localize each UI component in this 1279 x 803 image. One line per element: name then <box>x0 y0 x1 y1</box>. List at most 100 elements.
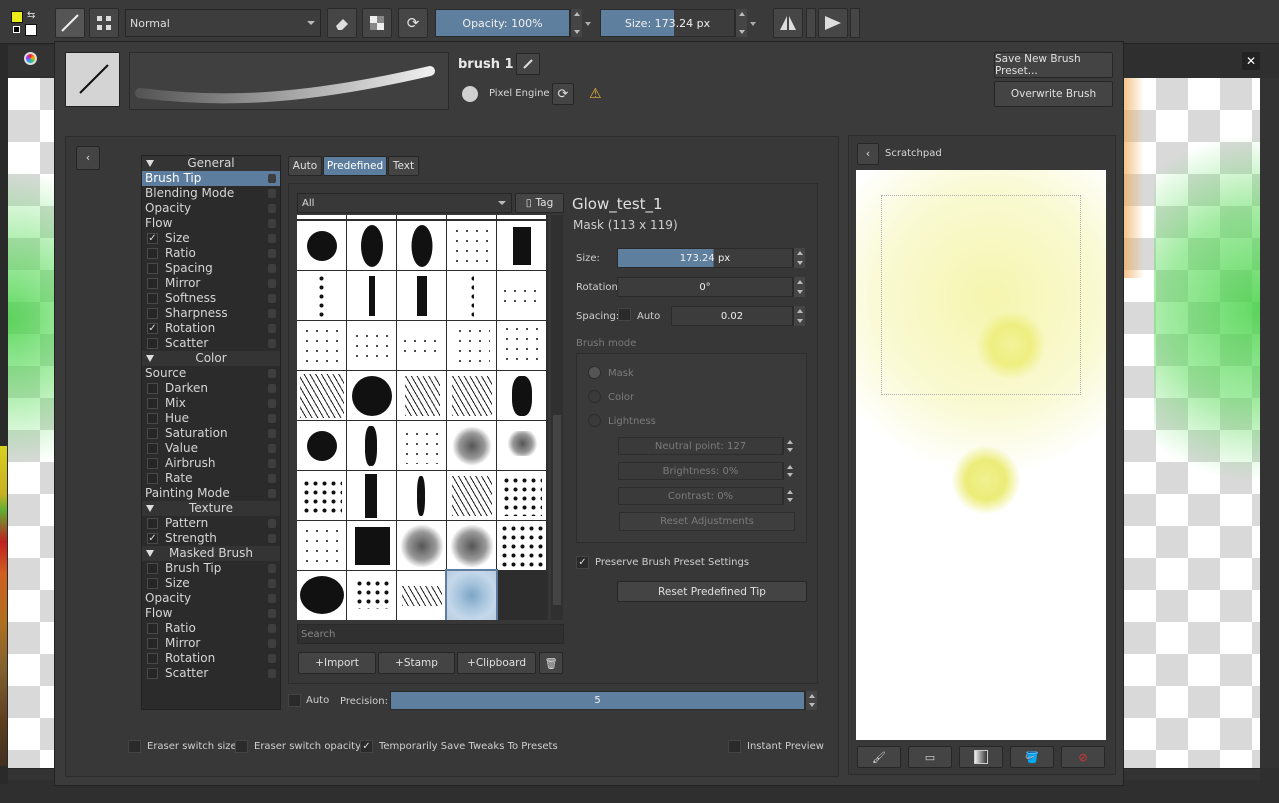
brush-tip-thumbnail[interactable] <box>447 521 496 570</box>
lock-icon[interactable] <box>268 459 276 468</box>
rename-preset-button[interactable] <box>516 53 540 75</box>
lock-icon[interactable] <box>268 429 276 438</box>
mode-mask-radio[interactable] <box>588 366 601 379</box>
instant-preview-checkbox[interactable] <box>728 740 741 753</box>
brush-tip-thumbnail[interactable] <box>347 371 396 420</box>
brush-tip-thumbnail[interactable] <box>397 271 446 320</box>
brush-tip-thumbnail[interactable] <box>297 271 346 320</box>
option-item[interactable]: Softness <box>142 291 280 306</box>
brush-tip-thumbnail[interactable] <box>497 471 546 520</box>
brush-tip-thumbnail[interactable] <box>347 471 396 520</box>
precision-auto-checkbox[interactable] <box>288 694 301 707</box>
brush-tip-thumbnail[interactable] <box>447 421 496 470</box>
lock-icon[interactable] <box>268 489 276 498</box>
option-item[interactable]: Size <box>142 576 280 591</box>
option-item[interactable]: Brush Tip <box>142 171 280 186</box>
brush-tip-thumbnail[interactable] <box>397 471 446 520</box>
scratchpad-collapse-button[interactable]: ‹ <box>857 143 879 165</box>
option-item[interactable]: Flow <box>142 606 280 621</box>
brush-tip-thumbnail[interactable] <box>347 571 396 620</box>
brush-tip-thumbnail[interactable] <box>497 371 546 420</box>
reload-engine-button[interactable]: ⟳ <box>552 83 574 105</box>
brush-preset-button[interactable] <box>55 8 85 38</box>
filter-select[interactable]: All <box>297 193 512 213</box>
tab-text[interactable]: Text <box>388 156 419 176</box>
close-dialog-icon[interactable]: ✕ <box>1242 52 1260 70</box>
lock-icon[interactable] <box>268 174 276 183</box>
stamp-button[interactable]: + Stamp <box>378 652 455 674</box>
scratchpad-clear-button[interactable]: ⊘ <box>1061 746 1105 768</box>
option-checkbox[interactable] <box>147 248 158 259</box>
precision-slider[interactable]: 5 <box>390 691 805 710</box>
brush-tip-thumbnail[interactable] <box>347 221 396 270</box>
option-checkbox[interactable]: ✓ <box>147 233 158 244</box>
option-item[interactable]: Ratio <box>142 246 280 261</box>
option-checkbox[interactable] <box>147 668 158 679</box>
brush-tip-thumbnail[interactable] <box>297 571 346 620</box>
brush-tip-thumbnail[interactable] <box>397 371 446 420</box>
tag-button[interactable]: ▯ Tag <box>515 193 564 213</box>
brush-tip-thumbnail[interactable] <box>497 521 546 570</box>
brush-tip-thumbnail[interactable] <box>397 321 446 370</box>
brush-tip-thumbnail[interactable] <box>347 321 396 370</box>
mode-lightness-radio[interactable] <box>588 414 601 427</box>
tab-predefined[interactable]: Predefined <box>323 156 387 176</box>
lock-icon[interactable] <box>268 189 276 198</box>
option-item[interactable]: Saturation <box>142 426 280 441</box>
option-checkbox[interactable] <box>147 443 158 454</box>
brush-tip-thumbnail[interactable] <box>347 421 396 470</box>
brush-tip-thumbnail[interactable] <box>447 271 496 320</box>
option-item[interactable]: Mix <box>142 396 280 411</box>
brush-tip-thumbnail[interactable] <box>297 421 346 470</box>
option-item[interactable]: Rotation <box>142 651 280 666</box>
scratchpad-fill-default-button[interactable]: ▭ <box>908 746 952 768</box>
option-item[interactable]: ✓ Rotation <box>142 321 280 336</box>
option-checkbox[interactable] <box>147 278 158 289</box>
lock-icon[interactable] <box>268 564 276 573</box>
lock-icon[interactable] <box>268 669 276 678</box>
brush-tip-thumbnail[interactable] <box>397 215 446 219</box>
lock-icon[interactable] <box>268 279 276 288</box>
size-spinner[interactable] <box>735 9 747 37</box>
lock-icon[interactable] <box>268 399 276 408</box>
lock-icon[interactable] <box>268 324 276 333</box>
option-checkbox[interactable] <box>147 473 158 484</box>
brush-settings-button[interactable] <box>89 8 119 38</box>
option-checkbox[interactable] <box>147 623 158 634</box>
reset-predefined-tip-button[interactable]: Reset Predefined Tip <box>617 581 807 602</box>
lock-icon[interactable] <box>268 384 276 393</box>
search-input[interactable]: Search <box>297 624 564 644</box>
option-checkbox[interactable] <box>147 338 158 349</box>
mirror-horizontal-button[interactable] <box>773 8 803 38</box>
brush-tip-thumbnail[interactable] <box>497 321 546 370</box>
lock-icon[interactable] <box>268 609 276 618</box>
spacing-auto-checkbox[interactable] <box>618 308 631 321</box>
brush-tip-thumbnail[interactable] <box>445 569 498 620</box>
brush-tip-thumbnail[interactable] <box>497 215 546 219</box>
reset-adjustments-button[interactable]: Reset Adjustments <box>619 512 795 531</box>
option-checkbox[interactable] <box>147 308 158 319</box>
rotation-slider[interactable]: 0° <box>617 277 793 297</box>
option-item[interactable]: Blending Mode <box>142 186 280 201</box>
option-item[interactable]: Mirror <box>142 636 280 651</box>
opacity-spinner[interactable] <box>570 9 582 37</box>
lock-icon[interactable] <box>268 234 276 243</box>
brightness-spinner[interactable] <box>783 462 795 480</box>
import-button[interactable]: + Import <box>298 652 376 674</box>
option-checkbox[interactable]: ✓ <box>147 323 158 334</box>
lock-icon[interactable] <box>268 294 276 303</box>
brush-tip-thumbnail[interactable] <box>347 271 396 320</box>
save-new-preset-button[interactable]: Save New Brush Preset... <box>994 52 1113 78</box>
brush-tip-thumbnail[interactable] <box>347 215 396 219</box>
reset-colors-icon[interactable] <box>13 26 20 33</box>
brush-tip-thumbnail[interactable] <box>297 321 346 370</box>
brush-tip-thumbnail[interactable] <box>397 571 446 620</box>
scratchpad-canvas[interactable] <box>856 170 1106 740</box>
lock-icon[interactable] <box>268 414 276 423</box>
brush-tip-thumbnail[interactable] <box>347 521 396 570</box>
lock-icon[interactable] <box>268 624 276 633</box>
contrast-spinner[interactable] <box>783 487 795 505</box>
size-dropdown-arrow[interactable] <box>750 22 756 26</box>
blend-mode-select[interactable]: Normal <box>125 9 321 37</box>
spacing-slider[interactable]: 0.02 <box>671 306 793 326</box>
